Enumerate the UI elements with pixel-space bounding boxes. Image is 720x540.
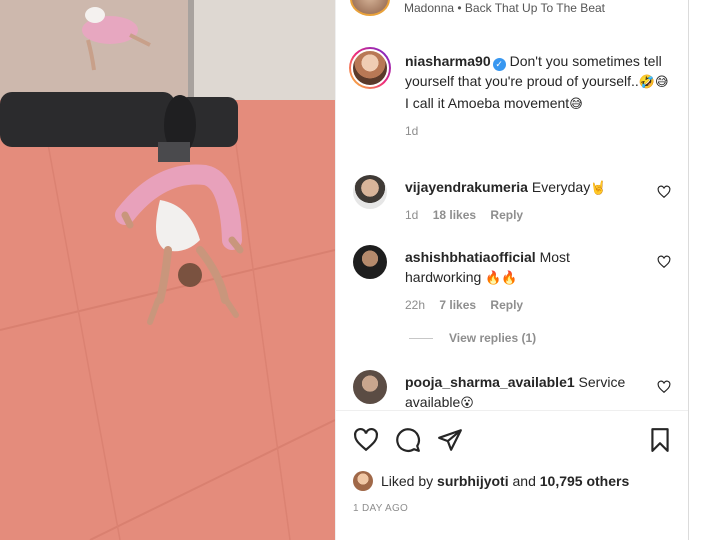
caption-text-2: I call it Amoeba movement <box>405 95 570 111</box>
comment-likes[interactable]: 7 likes <box>439 298 476 312</box>
comment-age: 1d <box>405 208 419 222</box>
header-avatar[interactable] <box>350 0 390 16</box>
commenter-avatar[interactable] <box>353 175 387 209</box>
caption-age: 1d <box>405 124 419 138</box>
reply-button[interactable]: Reply <box>490 298 523 312</box>
replies-divider <box>409 338 433 340</box>
liked-user-link[interactable]: surbhijyoti <box>437 473 509 489</box>
page-gutter <box>688 0 720 540</box>
comment-username[interactable]: ashishbhatiaofficial <box>405 249 536 265</box>
comment-username[interactable]: vijayendrakumeria <box>405 179 528 195</box>
caption-body: niasharma90 ✓ Don't you sometimes tell you… <box>405 51 677 141</box>
bookmark-icon[interactable] <box>647 427 673 453</box>
post-video[interactable] <box>0 0 335 540</box>
comment-emoji: 🤘 <box>590 181 607 196</box>
comments-scroll-area[interactable]: Madonna • Back That Up To The Beat niash… <box>336 0 689 410</box>
view-replies-label: View replies (1) <box>449 331 537 345</box>
share-icon[interactable] <box>437 427 463 453</box>
author-username[interactable]: niasharma90 <box>405 53 491 69</box>
view-replies-button[interactable]: View replies (1) <box>409 331 536 345</box>
comment-meta: 1d 18 likes Reply <box>405 205 645 225</box>
reply-button[interactable]: Reply <box>490 208 523 222</box>
like-comment-heart-icon[interactable] <box>657 255 671 269</box>
comment-icon[interactable] <box>395 427 421 453</box>
like-comment-heart-icon[interactable] <box>657 185 671 199</box>
comment-age: 22h <box>405 298 426 312</box>
liked-by-avatar[interactable] <box>353 471 373 491</box>
comment-emoji: 😮 <box>460 396 474 410</box>
comments-panel: Madonna • Back That Up To The Beat niash… <box>335 0 689 540</box>
comment-username[interactable]: pooja_sharma_available1 <box>405 374 575 390</box>
liked-and: and <box>512 473 536 489</box>
author-avatar[interactable] <box>349 47 391 89</box>
post-actions: Liked by surbhijyoti and 10,795 others 1… <box>336 410 689 540</box>
caption-emojis: 🤣😅 <box>638 75 669 90</box>
liked-prefix: Liked by <box>381 473 434 489</box>
song-link[interactable]: Madonna • Back That Up To The Beat <box>404 1 605 15</box>
commenter-avatar[interactable] <box>353 370 387 404</box>
like-comment-heart-icon[interactable] <box>657 380 671 394</box>
comment-body: ashishbhatiaofficial Most hardworking 🔥🔥… <box>405 247 645 315</box>
audio-header: Madonna • Back That Up To The Beat <box>336 0 689 18</box>
comment-text: Everyday <box>531 179 591 195</box>
heart-icon[interactable] <box>353 427 379 453</box>
verified-badge-icon: ✓ <box>492 58 506 71</box>
comment-body: vijayendrakumeria Everyday🤘 1d 18 likes … <box>405 177 645 225</box>
instagram-post-view: Madonna • Back That Up To The Beat niash… <box>0 0 720 540</box>
video-frame-illustration <box>0 0 335 540</box>
comment-meta: 22h 7 likes Reply <box>405 295 645 315</box>
comment-likes[interactable]: 18 likes <box>433 208 476 222</box>
post-timestamp[interactable]: 1 DAY AGO <box>353 503 408 514</box>
comment-emoji: 🔥🔥 <box>485 271 518 286</box>
commenter-avatar[interactable] <box>353 245 387 279</box>
caption-emoji-2: 😅 <box>569 97 583 112</box>
likes-summary: Liked by surbhijyoti and 10,795 others <box>353 471 629 491</box>
liked-count-link[interactable]: 10,795 others <box>540 473 630 489</box>
comment-body: pooja_sharma_available1 Service availabl… <box>405 372 645 410</box>
